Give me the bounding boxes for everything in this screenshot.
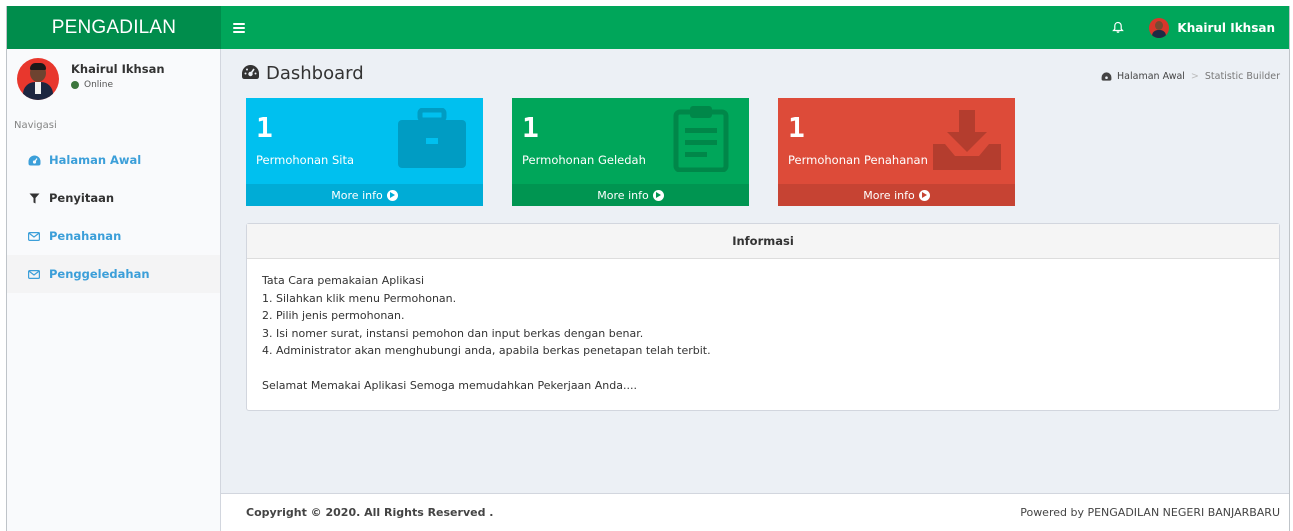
info-panel: Informasi Tata Cara pemakaian Aplikasi 1… [246,223,1280,411]
page-footer: Copyright © 2020. All Rights Reserved . … [221,493,1289,531]
app-logo[interactable]: PENGADILAN [7,6,221,49]
sidebar-item-label: Halaman Awal [49,153,142,167]
more-info-link[interactable]: More info [246,184,483,206]
status-text: Online [84,80,114,90]
status-badge: Online [71,80,165,90]
info-line: 2. Pilih jenis permohonan. [262,309,405,322]
avatar [17,58,59,100]
envelope-icon [27,229,41,243]
main-content: Dashboard Halaman Awal > Statistic Build… [221,49,1289,531]
info-line: 3. Isi nomer surat, instansi pemohon dan… [262,326,644,340]
sidebar: Khairul Ikhsan Online Navigasi Halaman A… [7,49,221,531]
stat-value: 1 [256,111,273,144]
more-info-link[interactable]: More info [512,184,749,206]
more-info-label: More info [863,188,915,202]
copyright-text: Copyright © 2020. All Rights Reserved . [246,506,494,519]
breadcrumb-home-label: Halaman Awal [1117,71,1185,82]
info-closing: Selamat Memakai Aplikasi Semoga memudahk… [262,378,637,392]
online-dot-icon [71,81,79,89]
sidebar-item-penggeledahan[interactable]: Penggeledahan [7,255,220,293]
dashboard-icon [1101,72,1112,81]
powered-by-text: Powered by PENGADILAN NEGERI BANJARBARU [1020,506,1280,519]
app-window: PENGADILAN Khairul Ikhsan Khairul Ikhsan… [6,6,1290,531]
top-navbar: PENGADILAN Khairul Ikhsan [7,6,1289,49]
info-line: Tata Cara pemakaian Aplikasi [262,274,425,287]
filter-icon [27,191,41,205]
clipboard-icon [673,104,729,176]
info-line: 1. Silahkan klik menu Permohonan. [262,291,457,305]
bell-icon[interactable] [1111,21,1125,35]
envelope-icon [27,267,41,281]
arrow-circle-right-icon [652,189,664,201]
arrow-circle-right-icon [918,189,930,201]
download-tray-icon [929,110,1005,176]
user-menu[interactable]: Khairul Ikhsan [1149,17,1275,38]
more-info-label: More info [597,188,649,202]
stat-box-permohonan-geledah[interactable]: 1 Permohonan Geledah More info [512,98,749,206]
breadcrumb: Halaman Awal > Statistic Builder [1101,71,1280,82]
sidebar-item-penahanan[interactable]: Penahanan [7,217,220,255]
sidebar-item-penyitaan[interactable]: Penyitaan [7,179,220,217]
briefcase-icon [396,107,468,174]
info-panel-title: Informasi [247,224,1279,259]
arrow-circle-right-icon [386,189,398,201]
page-header: Dashboard [241,63,364,84]
avatar [1149,17,1170,38]
sidebar-item-label: Penahanan [49,229,122,243]
stat-label: Permohonan Sita [256,153,355,167]
sidebar-user-name: Khairul Ikhsan [71,62,165,76]
stat-value: 1 [788,111,805,144]
user-name: Khairul Ikhsan [1177,20,1275,35]
user-panel: Khairul Ikhsan Online [7,49,220,107]
stat-value: 1 [522,111,539,144]
info-panel-body: Tata Cara pemakaian Aplikasi 1. Silahkan… [247,259,1279,407]
hamburger-icon[interactable] [233,22,245,33]
sidebar-item-halaman-awal[interactable]: Halaman Awal [7,141,220,179]
dashboard-icon [241,64,260,84]
sidebar-item-label: Penggeledahan [49,267,150,281]
stat-box-permohonan-penahanan[interactable]: 1 Permohonan Penahanan More info [778,98,1015,206]
stat-box-permohonan-sita[interactable]: 1 Permohonan Sita More info [246,98,483,206]
page-title: Dashboard [266,63,364,84]
stat-label: Permohonan Geledah [522,153,646,167]
breadcrumb-current: Statistic Builder [1204,71,1280,82]
breadcrumb-separator: > [1190,71,1199,82]
breadcrumb-home[interactable]: Halaman Awal [1101,71,1185,82]
stat-label: Permohonan Penahanan [788,153,928,167]
dashboard-icon [27,153,41,167]
more-info-label: More info [331,188,383,202]
more-info-link[interactable]: More info [778,184,1015,206]
info-line: 4. Administrator akan menghubungi anda, … [262,344,711,357]
sidebar-item-label: Penyitaan [49,191,115,205]
nav-header: Navigasi [14,120,57,131]
